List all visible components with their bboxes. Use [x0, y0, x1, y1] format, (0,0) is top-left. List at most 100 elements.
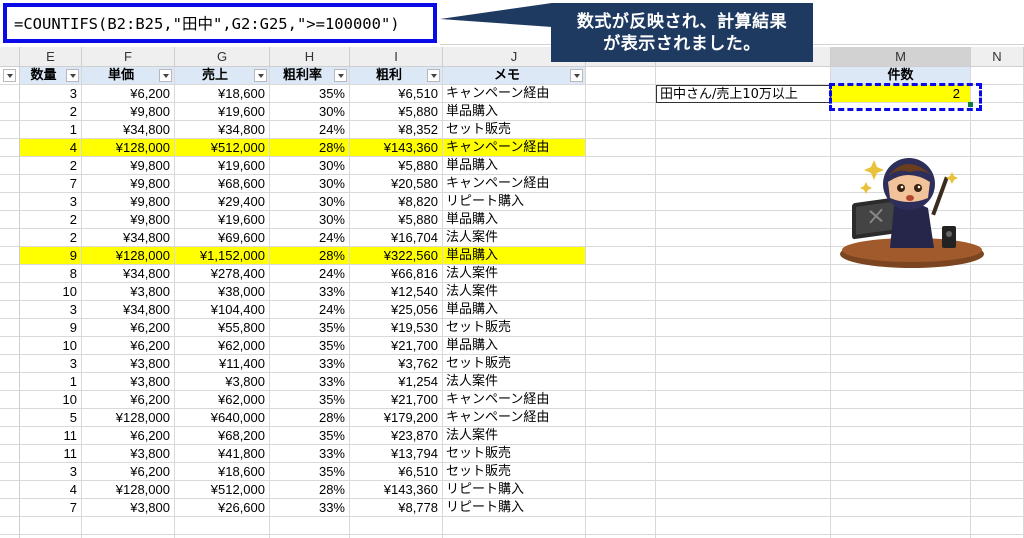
cell-n[interactable]	[971, 517, 1024, 535]
cell-unit-price[interactable]: ¥9,800	[82, 103, 175, 121]
cell-margin-rate[interactable]	[270, 517, 350, 535]
cell-memo[interactable]: リピート購入	[443, 193, 586, 211]
cell-k[interactable]	[586, 301, 656, 319]
cell-sales[interactable]: ¥18,600	[175, 85, 270, 103]
row-stub[interactable]	[0, 409, 20, 427]
cell-sales[interactable]: ¥18,600	[175, 463, 270, 481]
cell-sales[interactable]: ¥62,000	[175, 337, 270, 355]
filter-dropdown-icon[interactable]	[427, 69, 440, 82]
cell-gross-profit[interactable]	[350, 517, 443, 535]
cell-unit-price[interactable]: ¥9,800	[82, 157, 175, 175]
cell-n[interactable]	[971, 121, 1024, 139]
cell-unit-price[interactable]: ¥128,000	[82, 481, 175, 499]
cell-margin-rate[interactable]: 35%	[270, 427, 350, 445]
cell-quantity[interactable]: 3	[20, 193, 82, 211]
cell-unit-price[interactable]: ¥34,800	[82, 301, 175, 319]
cell-k[interactable]	[586, 229, 656, 247]
cell-gross-profit[interactable]: ¥21,700	[350, 391, 443, 409]
cell-m[interactable]	[831, 427, 971, 445]
cell-gross-profit[interactable]: ¥16,704	[350, 229, 443, 247]
cell-k[interactable]	[586, 427, 656, 445]
cell-k[interactable]	[586, 517, 656, 535]
cell-unit-price[interactable]: ¥128,000	[82, 409, 175, 427]
summary-label-cell[interactable]: 田中さん/売上10万以上	[656, 85, 831, 103]
cell-gross-profit[interactable]: ¥19,530	[350, 319, 443, 337]
cell-quantity[interactable]: 8	[20, 265, 82, 283]
cell-sales[interactable]: ¥55,800	[175, 319, 270, 337]
cell-memo[interactable]: 法人案件	[443, 265, 586, 283]
cell-l[interactable]	[656, 517, 831, 535]
cell-l[interactable]	[656, 247, 831, 265]
cell-memo[interactable]: セット販売	[443, 445, 586, 463]
cell-k[interactable]	[586, 409, 656, 427]
cell-gross-profit[interactable]: ¥25,056	[350, 301, 443, 319]
cell-gross-profit[interactable]: ¥3,762	[350, 355, 443, 373]
cell-m[interactable]	[831, 319, 971, 337]
filter-dropdown-icon[interactable]	[3, 69, 16, 82]
cell-memo[interactable]: 法人案件	[443, 283, 586, 301]
cell-gross-profit[interactable]: ¥5,880	[350, 211, 443, 229]
cell-margin-rate[interactable]: 33%	[270, 445, 350, 463]
cell-l[interactable]	[656, 139, 831, 157]
cell-unit-price[interactable]: ¥6,200	[82, 427, 175, 445]
row-stub[interactable]	[0, 85, 20, 103]
row-stub[interactable]	[0, 157, 20, 175]
cell-m[interactable]	[831, 409, 971, 427]
cell-sales[interactable]: ¥41,800	[175, 445, 270, 463]
cell-quantity[interactable]	[20, 517, 82, 535]
cell-l[interactable]	[656, 175, 831, 193]
cell-margin-rate[interactable]: 28%	[270, 247, 350, 265]
cell-sales[interactable]: ¥3,800	[175, 373, 270, 391]
row-stub[interactable]	[0, 103, 20, 121]
cell-quantity[interactable]: 3	[20, 355, 82, 373]
cell-gross-profit[interactable]: ¥8,820	[350, 193, 443, 211]
filter-dropdown-icon[interactable]	[66, 69, 79, 82]
column-header-h[interactable]: H	[270, 47, 350, 67]
cell-margin-rate[interactable]: 30%	[270, 175, 350, 193]
cell-k[interactable]	[586, 337, 656, 355]
cell-k[interactable]	[586, 463, 656, 481]
cell-n[interactable]	[971, 319, 1024, 337]
cell-unit-price[interactable]: ¥6,200	[82, 85, 175, 103]
row-stub[interactable]	[0, 121, 20, 139]
cell-k[interactable]	[586, 391, 656, 409]
row-stub[interactable]	[0, 517, 20, 535]
row-stub[interactable]	[0, 319, 20, 337]
cell-margin-rate[interactable]: 24%	[270, 229, 350, 247]
cell-unit-price[interactable]: ¥34,800	[82, 229, 175, 247]
cell-memo[interactable]: キャンペーン経由	[443, 175, 586, 193]
row-stub[interactable]	[0, 463, 20, 481]
cell-unit-price[interactable]: ¥9,800	[82, 175, 175, 193]
cell-sales[interactable]: ¥26,600	[175, 499, 270, 517]
cell-m[interactable]	[831, 463, 971, 481]
cell-l[interactable]	[656, 463, 831, 481]
cell-unit-price[interactable]	[82, 517, 175, 535]
cell-memo[interactable]	[443, 517, 586, 535]
cell-sales[interactable]: ¥69,600	[175, 229, 270, 247]
cell-sales[interactable]: ¥38,000	[175, 283, 270, 301]
cell-quantity[interactable]: 5	[20, 409, 82, 427]
cell-l[interactable]	[656, 481, 831, 499]
row-stub[interactable]	[0, 265, 20, 283]
row-stub[interactable]	[0, 139, 20, 157]
cell-memo[interactable]: 単品購入	[443, 211, 586, 229]
cell-quantity[interactable]: 1	[20, 121, 82, 139]
cell-k1[interactable]	[586, 67, 656, 85]
cell-unit-price[interactable]: ¥128,000	[82, 247, 175, 265]
cell-sales[interactable]: ¥11,400	[175, 355, 270, 373]
cell-unit-price[interactable]: ¥9,800	[82, 211, 175, 229]
cell-k[interactable]	[586, 211, 656, 229]
cell-k[interactable]	[586, 373, 656, 391]
cell-memo[interactable]: セット販売	[443, 319, 586, 337]
cell-gross-profit[interactable]: ¥12,540	[350, 283, 443, 301]
cell-quantity[interactable]: 10	[20, 391, 82, 409]
cell-m[interactable]	[831, 481, 971, 499]
cell-m[interactable]	[831, 445, 971, 463]
cell-margin-rate[interactable]: 35%	[270, 85, 350, 103]
cell-margin-rate[interactable]: 30%	[270, 103, 350, 121]
cell-unit-price[interactable]: ¥34,800	[82, 121, 175, 139]
cell-memo[interactable]: 単品購入	[443, 157, 586, 175]
cell-sales[interactable]: ¥640,000	[175, 409, 270, 427]
cell-gross-profit[interactable]: ¥322,560	[350, 247, 443, 265]
cell-gross-profit[interactable]: ¥1,254	[350, 373, 443, 391]
